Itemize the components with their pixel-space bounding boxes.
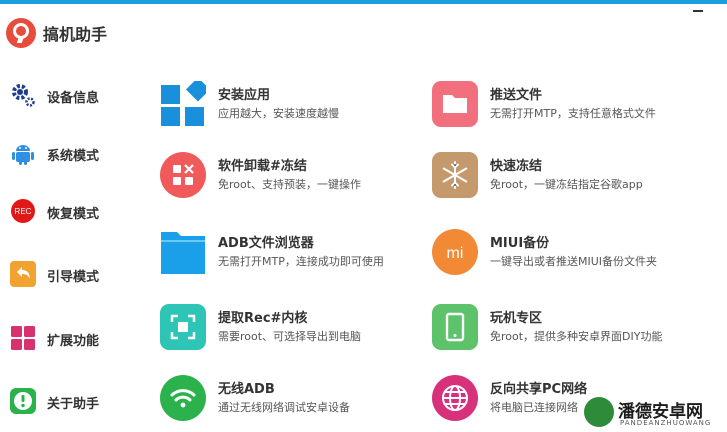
app-title: 搞机助手	[43, 25, 108, 44]
wifi-icon	[160, 375, 206, 421]
feature-quick-freeze[interactable]: 快速冻结 免root，一键冻结指定谷歌app	[432, 152, 692, 204]
leaf-logo-icon	[584, 397, 614, 427]
sidebar-item-label: 关于助手	[47, 397, 100, 412]
top-accent-bar	[0, 0, 727, 4]
rec-icon: REC	[10, 198, 36, 224]
gear-icon	[10, 82, 36, 108]
sidebar-item-extensions[interactable]: 扩展功能	[0, 315, 140, 361]
feature-title: ADB文件浏览器	[218, 236, 314, 251]
app-install-icon	[160, 77, 210, 127]
feature-description: 无需打开MTP，支持任意格式文件	[490, 107, 656, 120]
sidebar-item-system-mode[interactable]: 系统模式	[0, 130, 140, 176]
sidebar-item-label: 设备信息	[47, 91, 100, 106]
feature-title: 反向共享PC网络	[490, 382, 588, 397]
feature-title: MIUI备份	[490, 236, 550, 251]
sidebar-item-device-info[interactable]: 设备信息	[0, 72, 140, 118]
feature-title: 安装应用	[218, 88, 271, 103]
feature-description: 应用越大，安装速度越慢	[218, 107, 339, 120]
feature-install-app[interactable]: 安装应用 应用越大，安装速度越慢	[160, 77, 420, 133]
app-logo-icon	[6, 18, 36, 48]
feature-description: 免root、支持预装，一键操作	[218, 178, 362, 191]
sidebar-item-label: 引导模式	[47, 270, 100, 285]
feature-title: 提取Rec#内核	[218, 311, 308, 326]
info-icon	[10, 388, 36, 414]
feature-push-file[interactable]: 推送文件 无需打开MTP，支持任意格式文件	[432, 81, 692, 133]
sidebar-item-label: 恢复模式	[47, 207, 100, 222]
miui-icon: mi	[432, 229, 478, 275]
extract-icon	[160, 304, 206, 350]
feature-description: 通过无线网络调试安卓设备	[218, 401, 350, 414]
feature-wireless-adb[interactable]: 无线ADB 通过无线网络调试安卓设备	[160, 375, 420, 427]
feature-description: 需要root、可选择导出到电脑	[218, 330, 362, 343]
feature-description: 将电脑已连接网络	[490, 401, 578, 414]
feature-extract-rec-kernel[interactable]: 提取Rec#内核 需要root、可选择导出到电脑	[160, 304, 420, 356]
watermark-subtext: PANDEANZHUOWANG	[620, 419, 712, 427]
watermark: 潘德安卓网 PANDEANZHUOWANG	[580, 395, 727, 432]
back-arrow-icon	[10, 261, 36, 287]
feature-phone-zone[interactable]: 玩机专区 免root，提供多种安卓界面DIY功能	[432, 304, 692, 356]
sidebar-item-boot-mode[interactable]: 引导模式	[0, 251, 140, 297]
folder-icon	[432, 81, 478, 127]
feature-title: 快速冻结	[490, 159, 543, 174]
feature-title: 推送文件	[490, 88, 543, 103]
feature-uninstall-freeze[interactable]: 软件卸载#冻结 免root、支持预装，一键操作	[160, 152, 420, 204]
sidebar: 设备信息 系统模式 REC 恢复模式 引导模式 扩展功能 关于助手	[0, 60, 140, 432]
feature-adb-file-browser[interactable]: ADB文件浏览器 无需打开MTP，连接成功即可使用	[160, 229, 420, 281]
grid-icon	[10, 325, 36, 351]
sidebar-item-about[interactable]: 关于助手	[0, 378, 140, 424]
sidebar-item-label: 系统模式	[47, 149, 100, 164]
feature-title: 无线ADB	[218, 382, 275, 397]
minimize-icon[interactable]	[693, 10, 703, 12]
svg-text:REC: REC	[15, 207, 32, 216]
snowflake-icon	[432, 152, 478, 198]
feature-description: 免root，提供多种安卓界面DIY功能	[490, 330, 663, 343]
globe-icon	[432, 375, 478, 421]
file-browser-icon	[160, 229, 206, 275]
feature-miui-backup[interactable]: mi MIUI备份 一键导出或者推送MIUI备份文件夹	[432, 229, 692, 281]
feature-description: 无需打开MTP，连接成功即可使用	[218, 255, 384, 268]
feature-description: 一键导出或者推送MIUI备份文件夹	[490, 255, 658, 268]
phone-icon	[432, 304, 478, 350]
sidebar-item-label: 扩展功能	[47, 334, 100, 349]
svg-text:mi: mi	[447, 245, 464, 262]
feature-title: 软件卸载#冻结	[218, 159, 307, 174]
feature-description: 免root，一键冻结指定谷歌app	[490, 178, 643, 191]
feature-title: 玩机专区	[490, 311, 543, 326]
android-icon	[10, 140, 36, 166]
sidebar-item-recovery-mode[interactable]: REC 恢复模式	[0, 188, 140, 234]
uninstall-icon	[160, 152, 206, 198]
